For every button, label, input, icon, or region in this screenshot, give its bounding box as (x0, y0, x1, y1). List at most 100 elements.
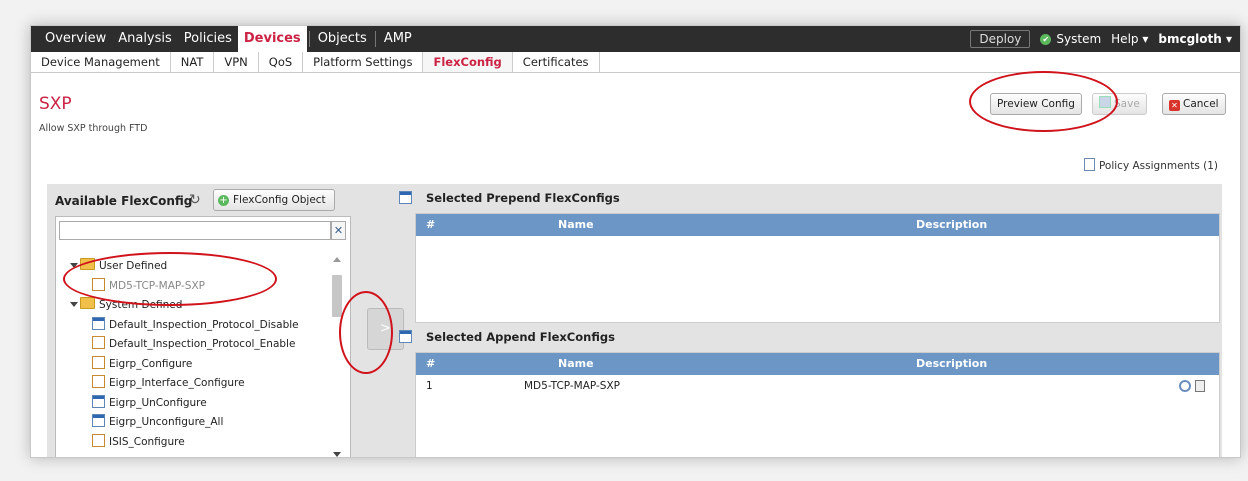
policy-assignments-label: Policy Assignments (1) (1098, 160, 1218, 172)
flexconfig-editor: Available FlexConfig ↻ + FlexConfig Objec… (47, 184, 1222, 457)
delete-icon[interactable] (1195, 380, 1205, 392)
append-section-icon (399, 330, 412, 343)
tree-folder[interactable]: System Defined (56, 296, 326, 316)
top-nav: Overview Analysis Policies Devices Objects AM… (31, 26, 1240, 52)
prepend-col-description: Description (916, 218, 988, 231)
tab-platform-settings[interactable]: Platform Settings (303, 52, 424, 72)
top-nav-policies[interactable]: Policies (178, 26, 238, 52)
flexconfig-icon (92, 414, 105, 427)
add-flexconfig-object-button[interactable]: + FlexConfig Object (213, 189, 335, 211)
flexconfig-icon (92, 277, 105, 291)
flexconfig-icon (92, 336, 105, 349)
preview-config-button[interactable]: Preview Config (990, 93, 1082, 115)
user-menu[interactable]: bmcgloth ▾ (1158, 32, 1232, 46)
prepend-section-icon (399, 191, 412, 204)
tree-item[interactable]: Eigrp_Interface_Configure (56, 374, 326, 394)
append-row-name: MD5-TCP-MAP-SXP (524, 380, 620, 392)
view-icon[interactable] (1179, 380, 1191, 392)
tree-scrollbar[interactable] (330, 253, 344, 457)
tree-item-label: ISIS_Configure (109, 435, 185, 448)
tree-item[interactable]: Default_Inspection_Protocol_Enable (56, 335, 326, 355)
scroll-thumb[interactable] (332, 275, 342, 317)
top-nav-objects[interactable]: Objects (312, 26, 373, 52)
page-title: SXP (39, 94, 72, 114)
cancel-button[interactable]: ✕ Cancel (1162, 93, 1226, 115)
flexconfig-icon (92, 433, 105, 447)
append-row-number: 1 (426, 380, 433, 392)
policy-assignments-link[interactable]: Policy Assignments (1) (1083, 158, 1218, 172)
append-table-header: # Name Description (416, 353, 1219, 375)
tree-item-label: Eigrp_Configure (109, 357, 193, 370)
append-section-header: Selected Append FlexConfigs (399, 330, 615, 344)
save-icon (1099, 96, 1111, 108)
flexconfig-icon (92, 375, 105, 388)
flexconfig-search-input[interactable] (59, 221, 331, 240)
top-nav-overview[interactable]: Overview (39, 26, 112, 52)
tab-vpn[interactable]: VPN (214, 52, 259, 72)
prepend-section-title: Selected Prepend FlexConfigs (426, 191, 620, 205)
tree-item[interactable]: MD5-TCP-MAP-SXP (56, 277, 326, 297)
flexconfig-tree: User Defined MD5-TCP-MAP-SXP System Define… (56, 257, 326, 452)
policy-assignments-icon (1083, 158, 1095, 171)
top-nav-separator (374, 31, 376, 47)
tree-item-label: Eigrp_Unconfigure_All (109, 416, 224, 428)
append-col-description: Description (916, 357, 988, 370)
prepend-col-name: Name (558, 218, 594, 231)
tab-nat[interactable]: NAT (171, 52, 215, 72)
system-menu[interactable]: ✔ System (1040, 32, 1101, 46)
prepend-section-header: Selected Prepend FlexConfigs (399, 191, 620, 205)
top-nav-amp[interactable]: AMP (378, 26, 418, 52)
flexconfig-icon (92, 355, 105, 369)
save-button[interactable]: Save (1092, 93, 1147, 115)
append-row-actions (1179, 380, 1205, 392)
folder-icon (80, 258, 95, 270)
system-menu-label: System (1056, 32, 1102, 46)
add-flexconfig-object-label: FlexConfig Object (233, 194, 326, 206)
tree-item[interactable]: Eigrp_Unconfigure_All (56, 413, 326, 433)
folder-icon (80, 297, 95, 309)
expand-icon[interactable] (70, 263, 78, 268)
tree-item-label: MD5-TCP-MAP-SXP (109, 279, 205, 292)
table-row[interactable]: 1 MD5-TCP-MAP-SXP (416, 375, 1219, 397)
page-subtitle: Allow SXP through FTD (39, 123, 148, 134)
tab-device-management[interactable]: Device Management (31, 52, 171, 72)
top-nav-separator (308, 31, 310, 47)
prepend-table: # Name Description (415, 213, 1220, 323)
append-col-name: Name (558, 357, 594, 370)
append-section-title: Selected Append FlexConfigs (426, 330, 615, 344)
available-flexconfig-header: Available FlexConfig (55, 194, 193, 208)
available-flexconfig-panel: ✕ User Defined MD5-TCP-MAP-SXP System Defi… (55, 216, 351, 457)
cancel-icon: ✕ (1169, 100, 1180, 111)
tree-folder[interactable]: User Defined (56, 257, 326, 277)
tree-item[interactable]: ISIS_Configure (56, 433, 326, 453)
clear-search-icon[interactable]: ✕ (331, 221, 346, 240)
scroll-up-icon[interactable] (333, 257, 341, 262)
prepend-table-header: # Name Description (416, 214, 1219, 236)
status-ok-icon: ✔ (1040, 33, 1052, 45)
top-nav-menu: Overview Analysis Policies Devices Objects AM… (39, 26, 418, 52)
tree-item[interactable]: Eigrp_Configure (56, 355, 326, 375)
tree-item[interactable]: Eigrp_UnConfigure (56, 394, 326, 414)
help-menu[interactable]: Help ▾ (1111, 32, 1148, 46)
top-nav-analysis[interactable]: Analysis (112, 26, 178, 52)
tree-item-label: User Defined (99, 260, 168, 272)
app-window: Overview Analysis Policies Devices Objects AM… (30, 25, 1241, 458)
tree-item[interactable]: Default_Inspection_Protocol_Disable (56, 316, 326, 336)
tree-item-label: System Defined (99, 299, 183, 311)
scroll-down-icon[interactable] (333, 452, 341, 457)
tab-qos[interactable]: QoS (259, 52, 304, 72)
save-label: Save (1114, 98, 1140, 110)
deploy-button[interactable]: Deploy (970, 30, 1031, 48)
expand-icon[interactable] (70, 302, 78, 307)
append-table: # Name Description 1 MD5-TCP-MAP-SXP (415, 352, 1220, 457)
refresh-icon[interactable]: ↻ (189, 192, 201, 208)
sub-nav: Device Management NAT VPN QoS Platform Setti… (31, 52, 1240, 73)
tab-certificates[interactable]: Certificates (513, 52, 600, 72)
preview-config-label: Preview Config (997, 98, 1075, 110)
tab-flexconfig[interactable]: FlexConfig (423, 52, 513, 72)
cancel-label: Cancel (1183, 98, 1219, 110)
top-nav-devices[interactable]: Devices (237, 26, 307, 52)
tree-item-label: Eigrp_UnConfigure (109, 396, 207, 409)
flexconfig-icon (92, 394, 105, 408)
tree-item-label: Default_Inspection_Protocol_Enable (109, 338, 296, 350)
